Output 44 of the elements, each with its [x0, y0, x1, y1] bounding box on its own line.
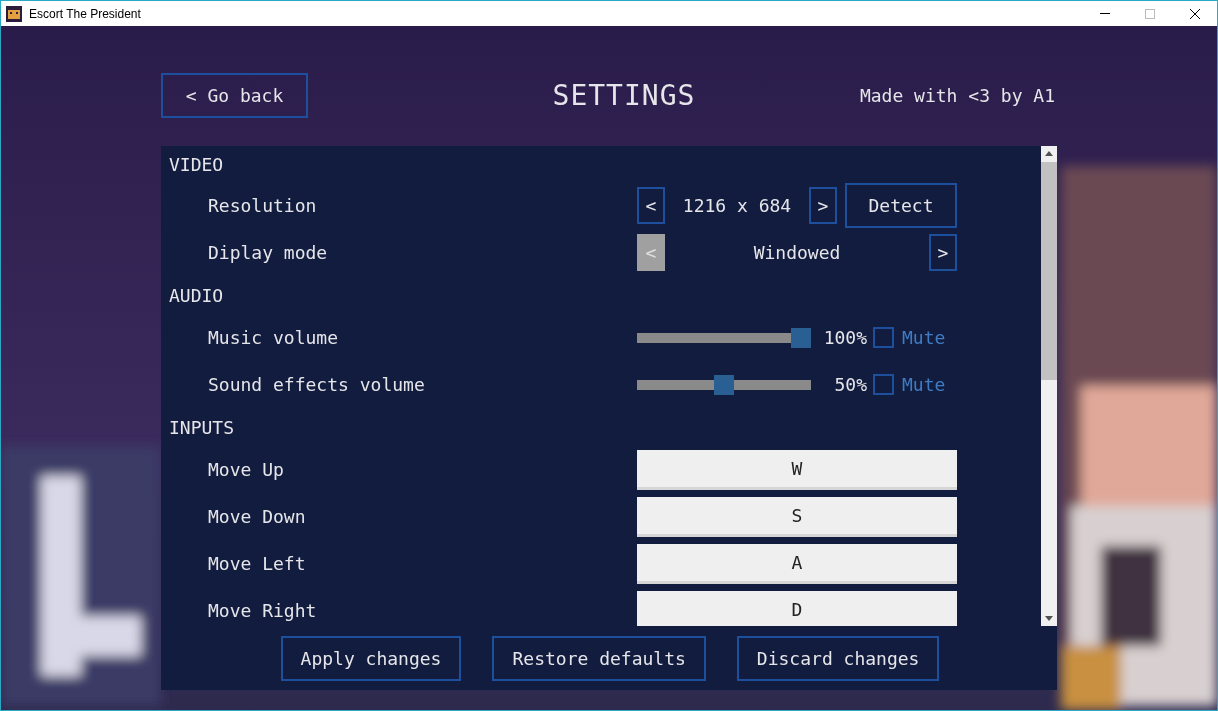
key-binding-field[interactable]: A	[637, 543, 957, 584]
setting-value: Windowed	[752, 242, 842, 263]
window-title: Escort The President	[29, 6, 141, 21]
setting-label: Move Left	[208, 553, 307, 574]
key-binding-field[interactable]: W	[637, 449, 957, 490]
mute-label: Mute	[902, 327, 946, 348]
volume-reading: 50%	[833, 374, 867, 395]
scroll-down-icon[interactable]	[1045, 614, 1053, 622]
previous-button[interactable]: <	[637, 187, 665, 224]
setting-label: Sound effects volume	[208, 374, 426, 395]
detect-button[interactable]: Detect	[845, 183, 957, 228]
scroll-up-icon[interactable]	[1045, 150, 1053, 158]
credit-text: Made with <3 by A1	[859, 85, 1055, 106]
maximize-icon[interactable]	[1144, 8, 1155, 19]
setting-label: Move Up	[208, 459, 285, 480]
setting-label: Diplay mode	[208, 242, 329, 263]
footer-button[interactable]: Discard changes	[736, 635, 940, 681]
mute-checkbox[interactable]	[873, 374, 894, 395]
next-button[interactable]: >	[929, 234, 957, 271]
setting-label: Music volume	[208, 327, 340, 348]
section-heading: AUDIO	[168, 283, 225, 308]
key-binding-field[interactable]: S	[637, 496, 957, 537]
go-back-button[interactable]: < Go back	[161, 73, 308, 118]
footer-button[interactable]: Apply changes	[280, 635, 462, 681]
app-icon	[6, 5, 22, 22]
setting-value: 1216 x 684	[681, 195, 793, 216]
volume-reading: 100%	[822, 327, 867, 348]
close-icon[interactable]	[1189, 8, 1200, 19]
next-button[interactable]: >	[809, 187, 837, 224]
settings-title: SETTINGS	[552, 79, 696, 112]
setting-label: Move Down	[208, 506, 307, 527]
section-heading: INPUTS	[168, 415, 236, 440]
minimize-icon[interactable]	[1099, 13, 1110, 14]
mute-label: Mute	[902, 374, 946, 395]
footer-button[interactable]: Restore defaults	[492, 635, 706, 681]
setting-label: Move Right	[208, 600, 318, 621]
scrollbar-thumb[interactable]	[1041, 162, 1057, 380]
mute-checkbox[interactable]	[873, 327, 894, 348]
key-binding-field[interactable]: D	[637, 590, 957, 626]
section-heading: VIDEO	[168, 152, 225, 177]
slider-thumb[interactable]	[714, 374, 734, 395]
scrollbar[interactable]	[1041, 146, 1057, 626]
slider-thumb[interactable]	[791, 327, 811, 348]
setting-label: Resolution	[208, 195, 318, 216]
